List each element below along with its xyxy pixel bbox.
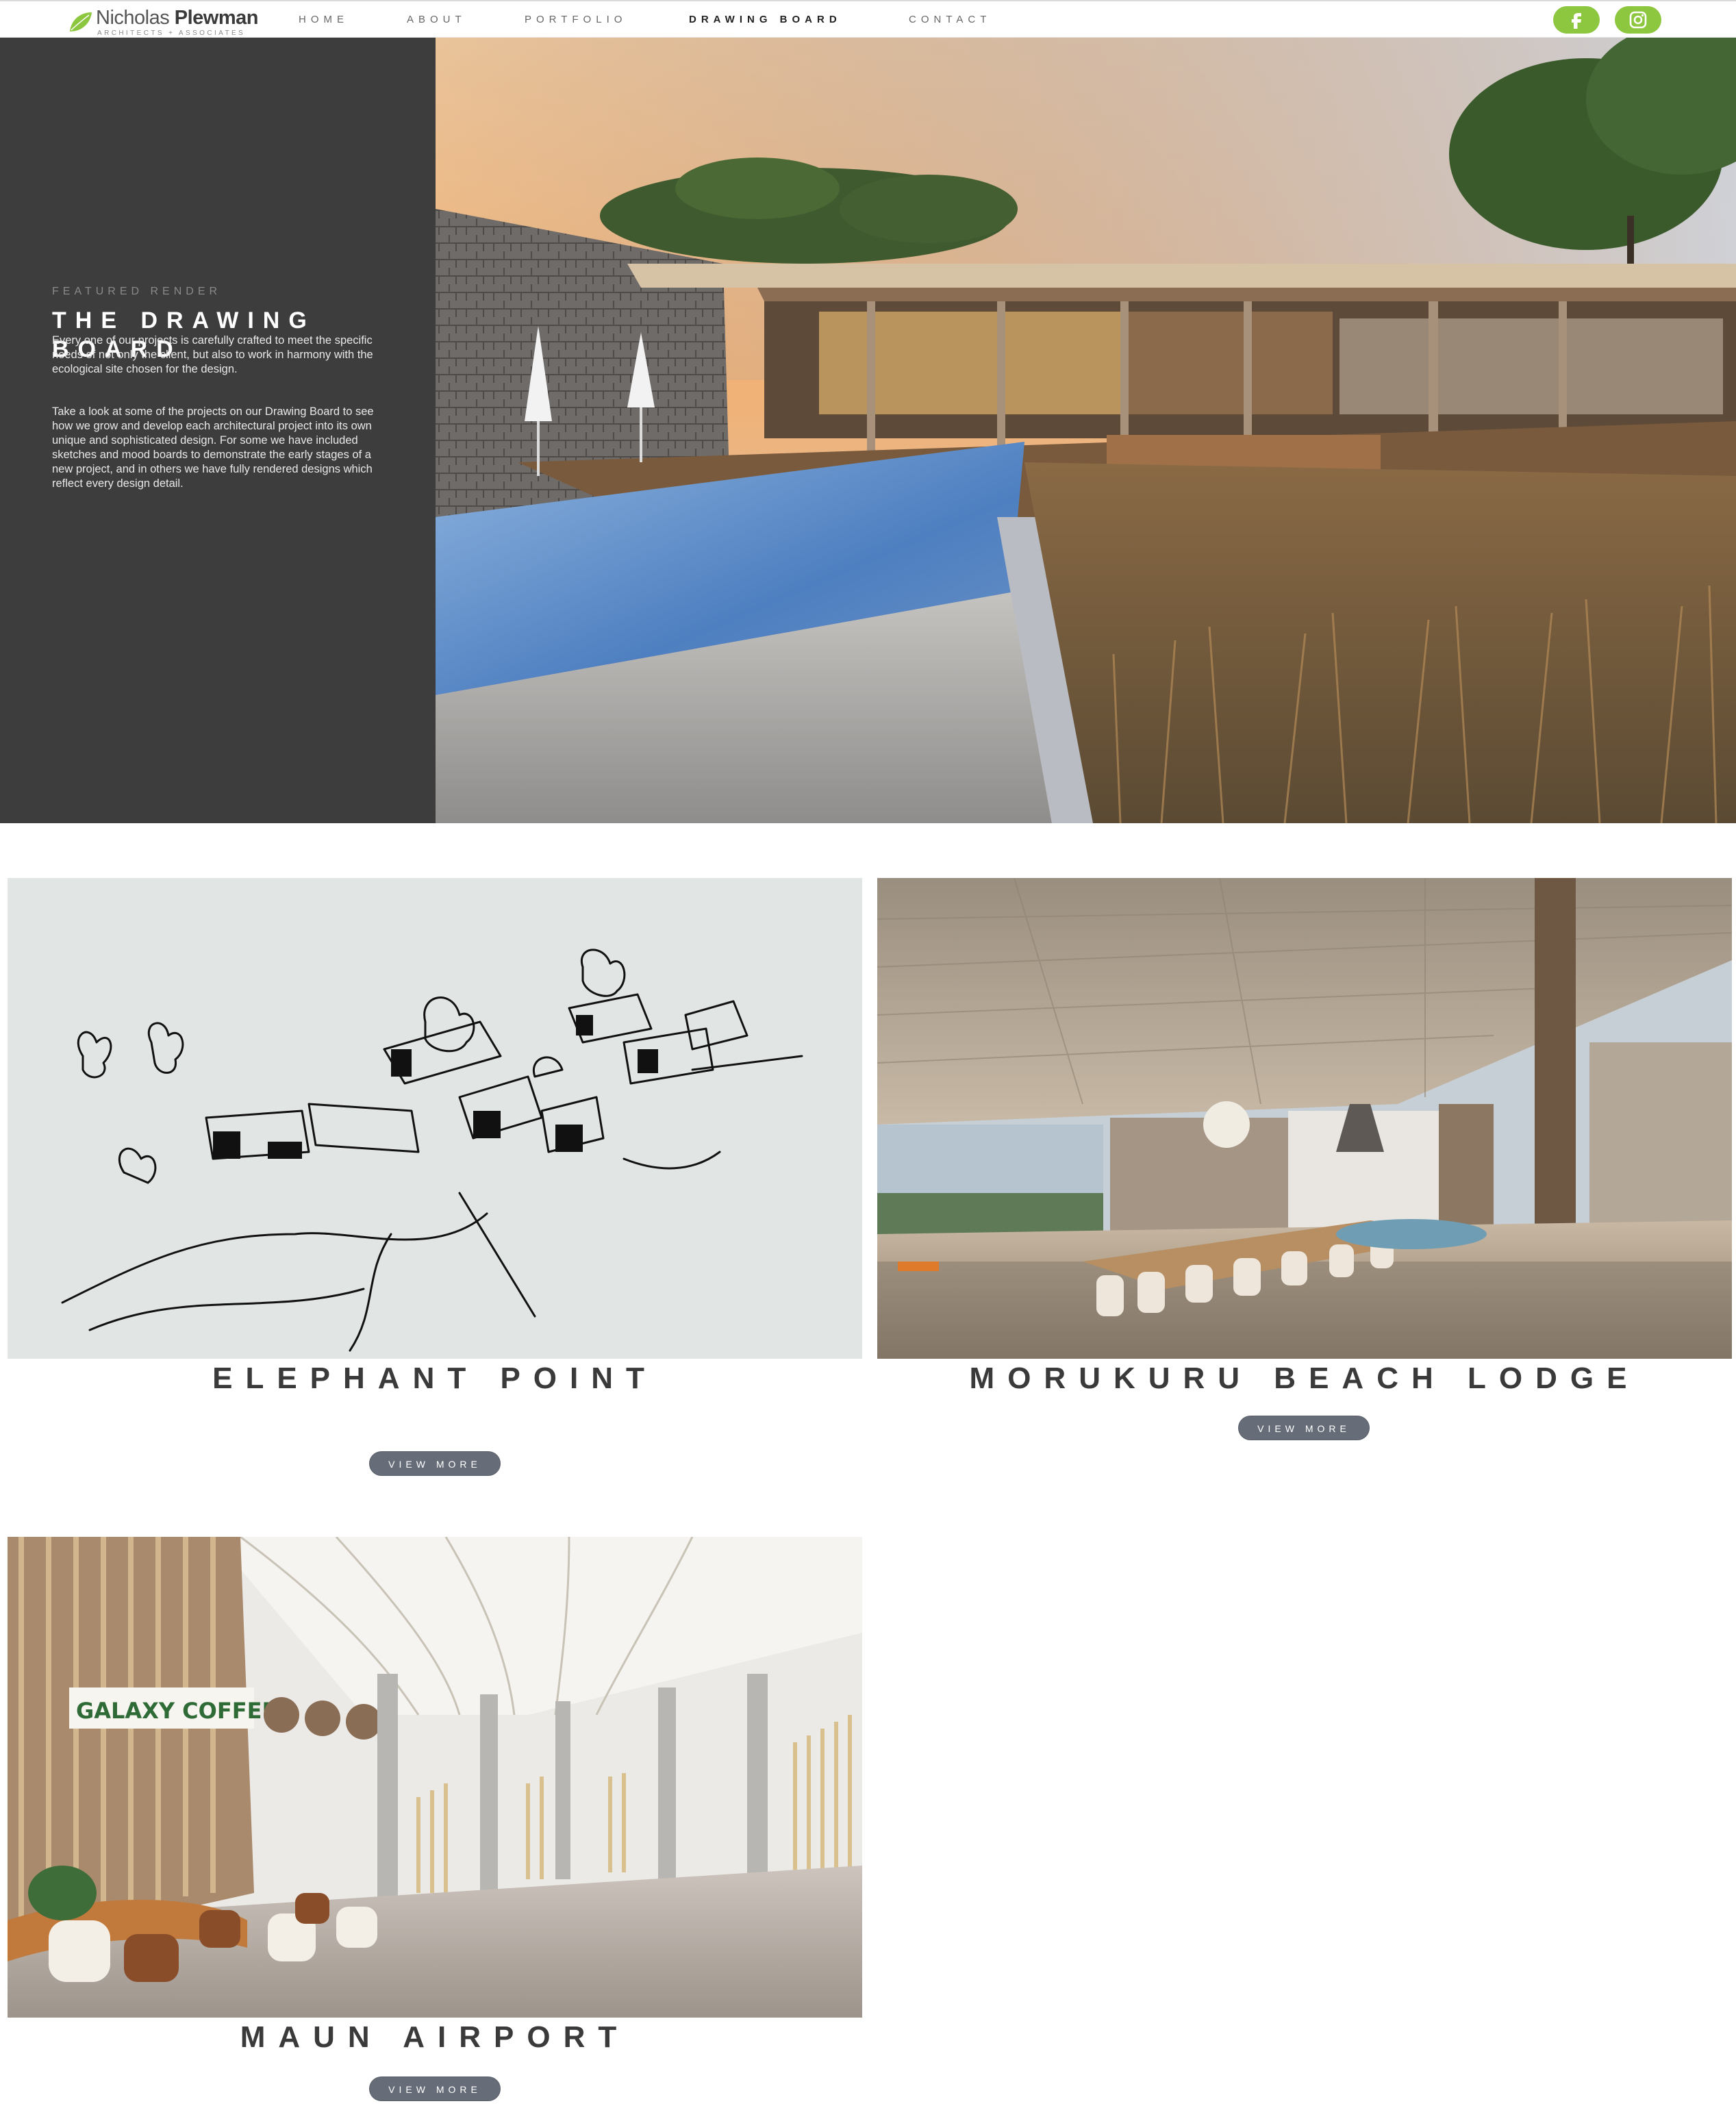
- site-header: Nicholas Plewman ARCHITECTS + ASSOCIATES…: [0, 0, 1736, 38]
- nav-portfolio[interactable]: PORTFOLIO: [525, 14, 627, 25]
- brand-tagline: ARCHITECTS + ASSOCIATES: [97, 29, 246, 37]
- view-more-button-elephant-point[interactable]: VIEW MORE: [369, 1451, 501, 1476]
- hero-paragraph-2: Take a look at some of the projects on o…: [52, 405, 374, 490]
- elephant-point-sketch-image[interactable]: [8, 878, 862, 1359]
- facebook-icon: [1572, 13, 1581, 29]
- facebook-button[interactable]: [1553, 6, 1600, 34]
- project-title-maun-airport: MAUN AIRPORT: [240, 2020, 630, 2054]
- morukuru-beach-lodge-image[interactable]: [877, 878, 1732, 1359]
- leaf-logo-icon: [70, 12, 92, 32]
- view-more-button-maun-airport[interactable]: VIEW MORE: [369, 2076, 501, 2101]
- instagram-icon: [1629, 11, 1647, 29]
- brand-logo[interactable]: Nicholas Plewman ARCHITECTS + ASSOCIATES: [68, 7, 274, 37]
- nav-contact[interactable]: CONTACT: [909, 14, 991, 25]
- galaxy-coffee-sign: GALAXY COFFEE: [76, 1698, 277, 1724]
- nav-about[interactable]: ABOUT: [407, 14, 466, 25]
- project-title-elephant-point: ELEPHANT POINT: [212, 1362, 657, 1395]
- view-more-button-morukuru[interactable]: VIEW MORE: [1238, 1416, 1370, 1440]
- hero-intro-panel: FEATURED RENDER THE DRAWING BOARD Every …: [0, 38, 436, 823]
- hero-eyebrow: FEATURED RENDER: [52, 286, 222, 297]
- hero-paragraph-1: Every one of our projects is carefully c…: [52, 334, 373, 375]
- project-title-morukuru-beach-lodge: MORUKURU BEACH LODGE: [969, 1362, 1640, 1395]
- featured-render-image: [436, 38, 1736, 823]
- instagram-button[interactable]: [1615, 6, 1661, 34]
- maun-airport-image[interactable]: GALAXY COFFEE: [8, 1537, 862, 2018]
- nav-drawing-board[interactable]: DRAWING BOARD: [689, 14, 842, 25]
- brand-name: Nicholas Plewman: [96, 7, 259, 29]
- nav-home[interactable]: HOME: [299, 14, 349, 25]
